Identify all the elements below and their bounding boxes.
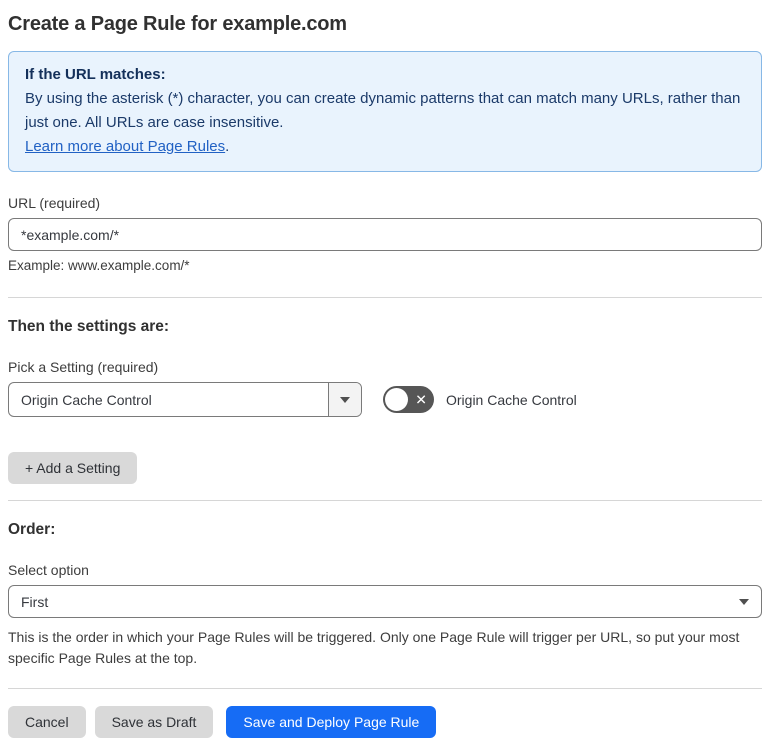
info-box-heading: If the URL matches: bbox=[25, 66, 166, 83]
url-input[interactable] bbox=[8, 218, 762, 251]
url-field-help: Example: www.example.com/* bbox=[8, 258, 190, 273]
link-suffix: . bbox=[225, 138, 230, 155]
settings-section-heading: Then the settings are: bbox=[8, 318, 170, 335]
order-section-heading: Order: bbox=[8, 521, 56, 538]
divider bbox=[8, 500, 762, 501]
order-help-text: This is the order in which your Page Rul… bbox=[8, 629, 740, 666]
url-field-label: URL (required) bbox=[8, 195, 101, 211]
learn-more-link[interactable]: Learn more about Page Rules bbox=[25, 138, 225, 155]
footer-actions: Cancel Save as Draft Save and Deploy Pag… bbox=[8, 706, 762, 738]
origin-cache-control-toggle[interactable]: ✕ bbox=[383, 386, 434, 413]
divider bbox=[8, 297, 762, 298]
order-select-value: First bbox=[21, 593, 49, 610]
pick-setting-label: Pick a Setting (required) bbox=[8, 359, 159, 375]
info-box-link-line: Learn more about Page Rules. bbox=[25, 135, 745, 159]
add-setting-button[interactable]: + Add a Setting bbox=[8, 452, 138, 484]
chevron-down-icon bbox=[340, 396, 350, 403]
setting-select-value: Origin Cache Control bbox=[21, 391, 152, 408]
setting-select-arrow-segment[interactable] bbox=[328, 383, 361, 416]
chevron-down-icon bbox=[739, 598, 749, 605]
url-match-info-box: If the URL matches: By using the asteris… bbox=[8, 51, 762, 172]
toggle-off-x-icon: ✕ bbox=[415, 391, 427, 408]
order-select-label: Select option bbox=[8, 562, 89, 578]
save-as-draft-button[interactable]: Save as Draft bbox=[94, 706, 214, 738]
save-and-deploy-button[interactable]: Save and Deploy Page Rule bbox=[226, 706, 437, 738]
info-box-body: By using the asterisk (*) character, you… bbox=[25, 90, 741, 131]
setting-row: Origin Cache Control ✕ Origin Cache Cont… bbox=[8, 382, 762, 417]
toggle-label: Origin Cache Control bbox=[446, 391, 577, 408]
page-title: Create a Page Rule for example.com bbox=[8, 13, 347, 35]
divider bbox=[8, 688, 762, 689]
setting-select[interactable]: Origin Cache Control bbox=[8, 382, 362, 417]
toggle-knob bbox=[385, 388, 408, 411]
order-select[interactable]: First bbox=[8, 585, 762, 618]
cancel-button[interactable]: Cancel bbox=[8, 706, 86, 738]
